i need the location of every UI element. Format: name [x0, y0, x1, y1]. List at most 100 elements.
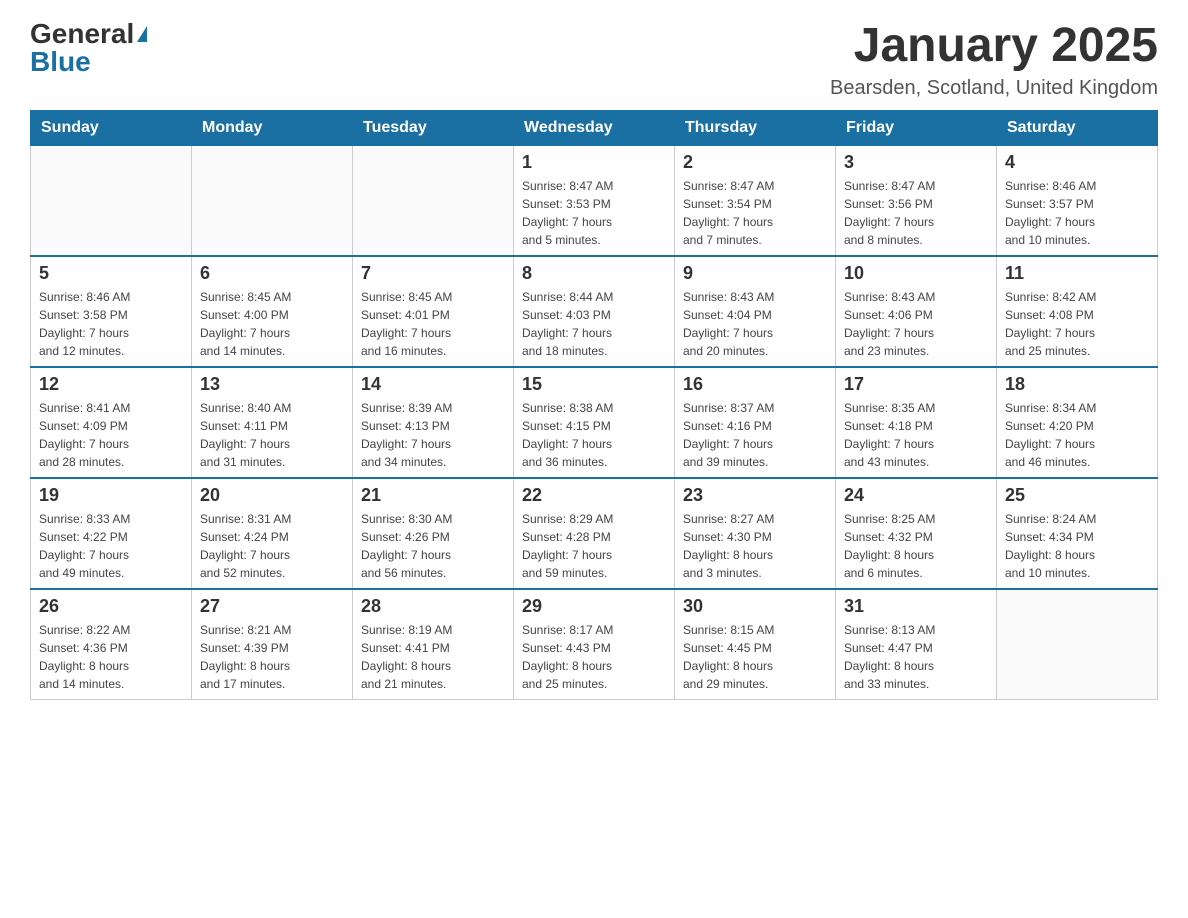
day-cell: 4 Sunrise: 8:46 AMSunset: 3:57 PMDaylight…: [997, 145, 1158, 256]
day-info: Sunrise: 8:47 AMSunset: 3:53 PMDaylight:…: [522, 177, 666, 249]
day-number: 13: [200, 374, 344, 395]
week-row-1: 5Sunrise: 8:46 AMSunset: 3:58 PMDaylight…: [31, 256, 1158, 367]
day-number: 29: [522, 596, 666, 617]
day-cell: 1 Sunrise: 8:47 AMSunset: 3:53 PMDaylight…: [514, 145, 675, 256]
day-number: 11: [1005, 263, 1149, 284]
day-cell: 13 Sunrise: 8:40 AMSunset: 4:11 PMDayligh…: [192, 367, 353, 478]
day-number: 6: [200, 263, 344, 284]
day-info: Sunrise: 8:21 AMSunset: 4:39 PMDaylight:…: [200, 621, 344, 693]
day-cell: 20Sunrise: 8:31 AMSunset: 4:24 PMDayligh…: [192, 478, 353, 589]
day-cell: 27 Sunrise: 8:21 AMSunset: 4:39 PMDayligh…: [192, 589, 353, 700]
header-cell-sunday: Sunday: [31, 110, 192, 145]
day-number: 26: [39, 596, 183, 617]
day-number: 21: [361, 485, 505, 506]
week-row-2: 12 Sunrise: 8:41 AMSunset: 4:09 PMDayligh…: [31, 367, 1158, 478]
day-cell: 11 Sunrise: 8:42 AMSunset: 4:08 PMDayligh…: [997, 256, 1158, 367]
day-info: Sunrise: 8:35 AMSunset: 4:18 PMDaylight:…: [844, 399, 988, 471]
day-info: Sunrise: 8:37 AMSunset: 4:16 PMDaylight:…: [683, 399, 827, 471]
page-header: General Blue January 2025 Bearsden, Scot…: [30, 20, 1158, 100]
week-row-0: 1 Sunrise: 8:47 AMSunset: 3:53 PMDaylight…: [31, 145, 1158, 256]
day-info: Sunrise: 8:45 AMSunset: 4:01 PMDaylight:…: [361, 288, 505, 360]
day-cell: 2 Sunrise: 8:47 AMSunset: 3:54 PMDaylight…: [675, 145, 836, 256]
header-cell-saturday: Saturday: [997, 110, 1158, 145]
day-info: Sunrise: 8:41 AMSunset: 4:09 PMDaylight:…: [39, 399, 183, 471]
day-number: 27: [200, 596, 344, 617]
day-cell: 28Sunrise: 8:19 AMSunset: 4:41 PMDayligh…: [353, 589, 514, 700]
day-info: Sunrise: 8:45 AMSunset: 4:00 PMDaylight:…: [200, 288, 344, 360]
day-number: 23: [683, 485, 827, 506]
day-info: Sunrise: 8:44 AMSunset: 4:03 PMDaylight:…: [522, 288, 666, 360]
header-cell-wednesday: Wednesday: [514, 110, 675, 145]
day-info: Sunrise: 8:17 AMSunset: 4:43 PMDaylight:…: [522, 621, 666, 693]
day-number: 25: [1005, 485, 1149, 506]
day-cell: 30 Sunrise: 8:15 AMSunset: 4:45 PMDayligh…: [675, 589, 836, 700]
day-info: Sunrise: 8:43 AMSunset: 4:06 PMDaylight:…: [844, 288, 988, 360]
calendar-subtitle: Bearsden, Scotland, United Kingdom: [830, 77, 1158, 100]
day-number: 19: [39, 485, 183, 506]
header-row: SundayMondayTuesdayWednesdayThursdayFrid…: [31, 110, 1158, 145]
day-number: 1: [522, 152, 666, 173]
day-cell: [31, 145, 192, 256]
day-cell: 12 Sunrise: 8:41 AMSunset: 4:09 PMDayligh…: [31, 367, 192, 478]
day-number: 3: [844, 152, 988, 173]
day-number: 10: [844, 263, 988, 284]
logo: General Blue: [30, 20, 147, 76]
day-number: 5: [39, 263, 183, 284]
day-number: 22: [522, 485, 666, 506]
day-cell: 24Sunrise: 8:25 AMSunset: 4:32 PMDayligh…: [836, 478, 997, 589]
day-info: Sunrise: 8:13 AMSunset: 4:47 PMDaylight:…: [844, 621, 988, 693]
day-info: Sunrise: 8:30 AMSunset: 4:26 PMDaylight:…: [361, 510, 505, 582]
day-info: Sunrise: 8:42 AMSunset: 4:08 PMDaylight:…: [1005, 288, 1149, 360]
day-cell: 10 Sunrise: 8:43 AMSunset: 4:06 PMDayligh…: [836, 256, 997, 367]
day-number: 2: [683, 152, 827, 173]
day-info: Sunrise: 8:29 AMSunset: 4:28 PMDaylight:…: [522, 510, 666, 582]
header-cell-friday: Friday: [836, 110, 997, 145]
day-info: Sunrise: 8:40 AMSunset: 4:11 PMDaylight:…: [200, 399, 344, 471]
calendar-table: SundayMondayTuesdayWednesdayThursdayFrid…: [30, 110, 1158, 700]
day-info: Sunrise: 8:33 AMSunset: 4:22 PMDaylight:…: [39, 510, 183, 582]
week-row-4: 26Sunrise: 8:22 AMSunset: 4:36 PMDayligh…: [31, 589, 1158, 700]
day-info: Sunrise: 8:15 AMSunset: 4:45 PMDaylight:…: [683, 621, 827, 693]
day-cell: 25Sunrise: 8:24 AMSunset: 4:34 PMDayligh…: [997, 478, 1158, 589]
day-cell: 6 Sunrise: 8:45 AMSunset: 4:00 PMDaylight…: [192, 256, 353, 367]
day-number: 8: [522, 263, 666, 284]
day-cell: 3 Sunrise: 8:47 AMSunset: 3:56 PMDaylight…: [836, 145, 997, 256]
day-number: 4: [1005, 152, 1149, 173]
day-cell: 31 Sunrise: 8:13 AMSunset: 4:47 PMDayligh…: [836, 589, 997, 700]
day-cell: 7Sunrise: 8:45 AMSunset: 4:01 PMDaylight…: [353, 256, 514, 367]
day-info: Sunrise: 8:38 AMSunset: 4:15 PMDaylight:…: [522, 399, 666, 471]
day-number: 12: [39, 374, 183, 395]
day-info: Sunrise: 8:47 AMSunset: 3:56 PMDaylight:…: [844, 177, 988, 249]
day-cell: 23 Sunrise: 8:27 AMSunset: 4:30 PMDayligh…: [675, 478, 836, 589]
day-cell: 26Sunrise: 8:22 AMSunset: 4:36 PMDayligh…: [31, 589, 192, 700]
day-number: 17: [844, 374, 988, 395]
day-number: 30: [683, 596, 827, 617]
day-info: Sunrise: 8:39 AMSunset: 4:13 PMDaylight:…: [361, 399, 505, 471]
day-cell: 9 Sunrise: 8:43 AMSunset: 4:04 PMDaylight…: [675, 256, 836, 367]
day-cell: 15 Sunrise: 8:38 AMSunset: 4:15 PMDayligh…: [514, 367, 675, 478]
day-number: 31: [844, 596, 988, 617]
day-info: Sunrise: 8:46 AMSunset: 3:57 PMDaylight:…: [1005, 177, 1149, 249]
day-info: Sunrise: 8:47 AMSunset: 3:54 PMDaylight:…: [683, 177, 827, 249]
day-number: 15: [522, 374, 666, 395]
day-cell: 8 Sunrise: 8:44 AMSunset: 4:03 PMDaylight…: [514, 256, 675, 367]
day-number: 24: [844, 485, 988, 506]
day-number: 20: [200, 485, 344, 506]
day-cell: 14Sunrise: 8:39 AMSunset: 4:13 PMDayligh…: [353, 367, 514, 478]
header-cell-thursday: Thursday: [675, 110, 836, 145]
day-number: 28: [361, 596, 505, 617]
logo-blue-text: Blue: [30, 48, 91, 76]
day-cell: 29 Sunrise: 8:17 AMSunset: 4:43 PMDayligh…: [514, 589, 675, 700]
day-cell: 22 Sunrise: 8:29 AMSunset: 4:28 PMDayligh…: [514, 478, 675, 589]
day-cell: 17 Sunrise: 8:35 AMSunset: 4:18 PMDayligh…: [836, 367, 997, 478]
day-info: Sunrise: 8:43 AMSunset: 4:04 PMDaylight:…: [683, 288, 827, 360]
day-info: Sunrise: 8:27 AMSunset: 4:30 PMDaylight:…: [683, 510, 827, 582]
header-cell-monday: Monday: [192, 110, 353, 145]
day-number: 18: [1005, 374, 1149, 395]
day-number: 9: [683, 263, 827, 284]
day-info: Sunrise: 8:34 AMSunset: 4:20 PMDaylight:…: [1005, 399, 1149, 471]
calendar-header: SundayMondayTuesdayWednesdayThursdayFrid…: [31, 110, 1158, 145]
header-cell-tuesday: Tuesday: [353, 110, 514, 145]
day-cell: 5Sunrise: 8:46 AMSunset: 3:58 PMDaylight…: [31, 256, 192, 367]
week-row-3: 19 Sunrise: 8:33 AMSunset: 4:22 PMDayligh…: [31, 478, 1158, 589]
